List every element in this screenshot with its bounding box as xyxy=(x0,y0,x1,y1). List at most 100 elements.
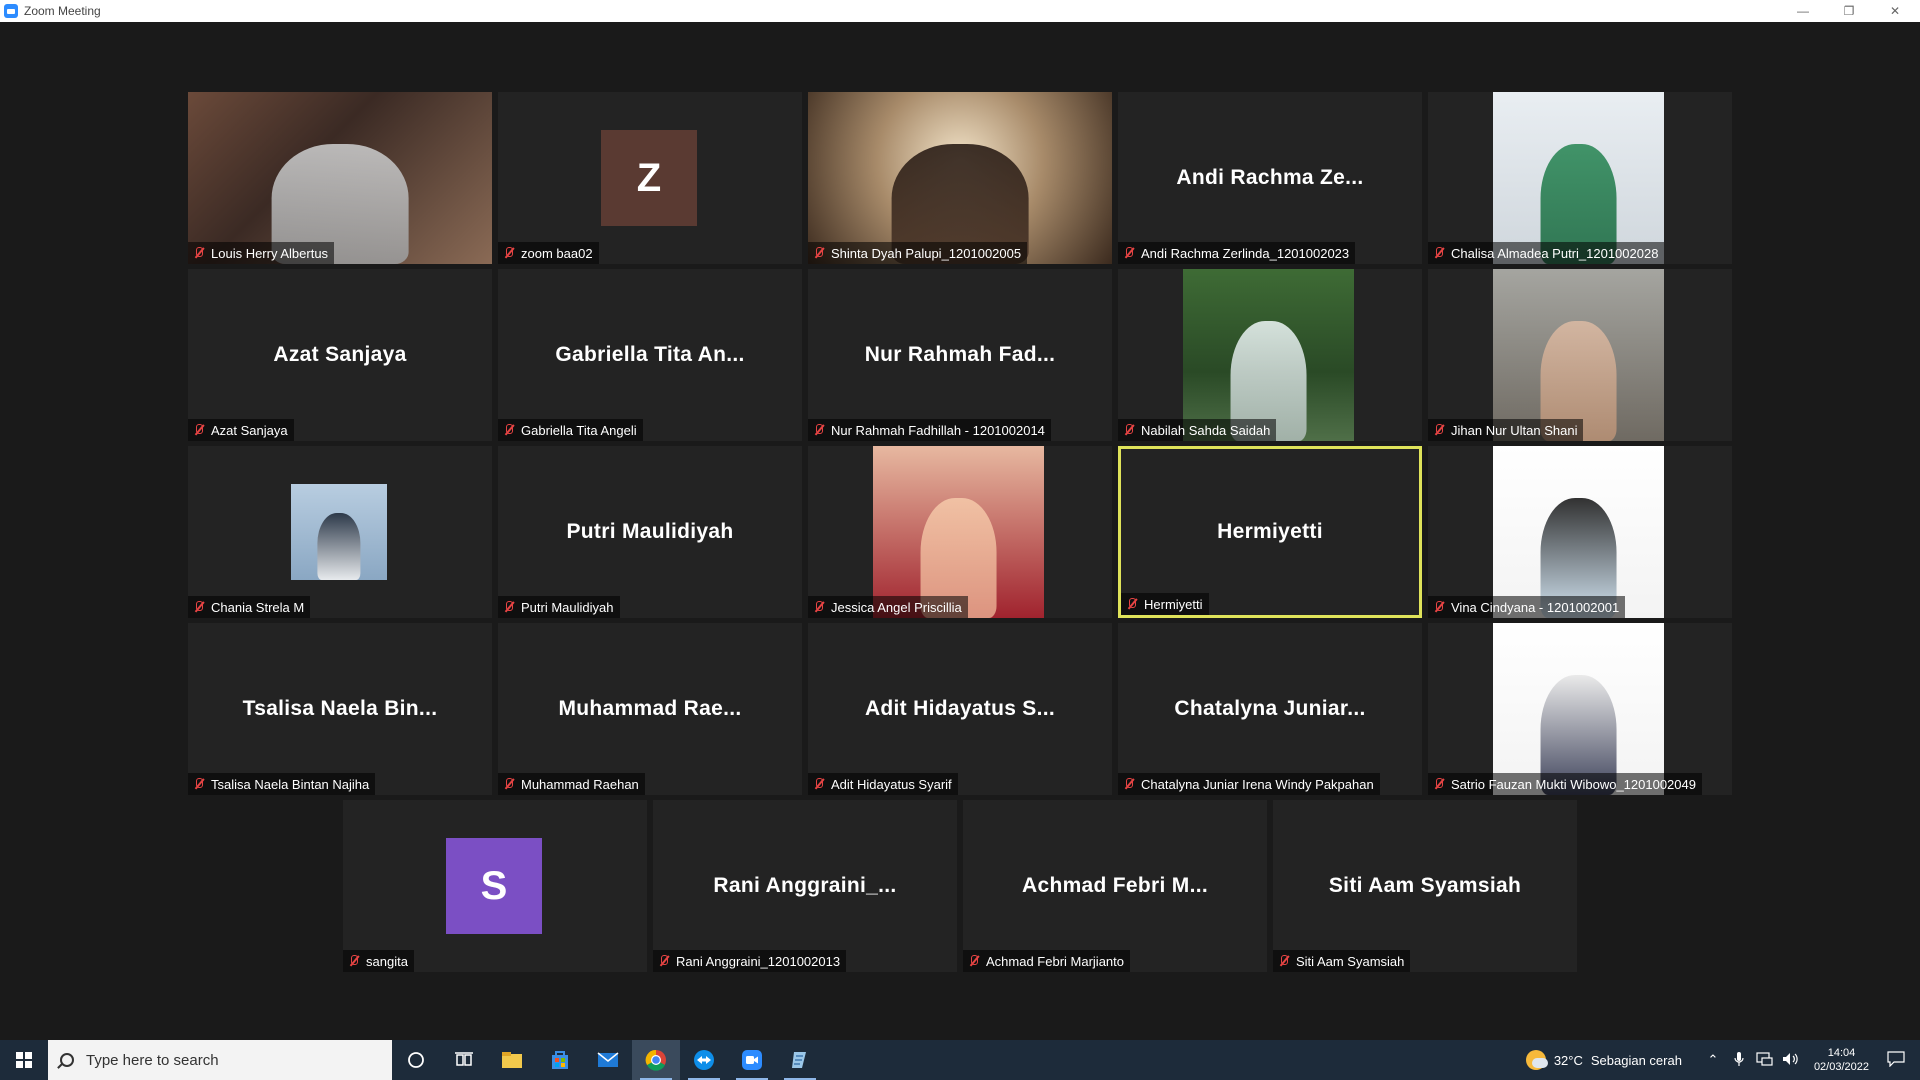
participant-name-label: Chalisa Almadea Putri_1201002028 xyxy=(1428,242,1665,264)
system-tray: 32°C Sebagian cerah ⌃ 14:04 02/03/2022 xyxy=(1525,1040,1920,1080)
participant-tile[interactable]: Chatalyna Juniar... Chatalyna Juniar Iren… xyxy=(1118,623,1422,795)
participant-display-name: Tsalisa Naela Bin... xyxy=(242,697,438,720)
participant-tile[interactable]: Shinta Dyah Palupi_1201002005 xyxy=(808,92,1112,264)
participant-name: Putri Maulidiyah xyxy=(521,599,614,615)
participant-tile[interactable]: Andi Rachma Ze... Andi Rachma Zerlinda_12… xyxy=(1118,92,1422,264)
participant-photo xyxy=(1493,446,1664,618)
participant-display-name: Gabriella Tita An... xyxy=(555,343,745,366)
clock[interactable]: 14:04 02/03/2022 xyxy=(1814,1046,1869,1074)
weather-widget[interactable]: 32°C Sebagian cerah xyxy=(1525,1050,1682,1070)
participant-name-label: Adit Hidayatus Syarif xyxy=(808,773,958,795)
gallery-view: Louis Herry Albertus Zzoom baa02 Shinta Dy… xyxy=(0,22,1920,1040)
participant-name: Hermiyetti xyxy=(1144,596,1203,612)
muted-mic-icon xyxy=(1122,777,1136,791)
participant-name: Gabriella Tita Angeli xyxy=(521,422,637,438)
task-view-icon[interactable] xyxy=(440,1040,488,1080)
participant-tile[interactable]: Tsalisa Naela Bin... Tsalisa Naela Bintan… xyxy=(188,623,492,795)
muted-mic-icon xyxy=(1432,600,1446,614)
volume-icon[interactable] xyxy=(1781,1052,1801,1069)
participant-name-label: Chania Strela M xyxy=(188,596,311,618)
participant-tile[interactable]: Muhammad Rae... Muhammad Raehan xyxy=(498,623,802,795)
chevron-up-icon[interactable]: ⌃ xyxy=(1703,1052,1723,1068)
participant-name-label: Muhammad Raehan xyxy=(498,773,645,795)
participant-name: Nabilah Sahda Saidah xyxy=(1141,422,1271,438)
taskbar-search[interactable] xyxy=(48,1040,392,1080)
participant-tile[interactable]: Chania Strela M xyxy=(188,446,492,618)
participant-tile[interactable]: Ssangita xyxy=(343,800,647,972)
participant-tile[interactable]: Putri Maulidiyah Putri Maulidiyah xyxy=(498,446,802,618)
store-icon[interactable] xyxy=(536,1040,584,1080)
participant-display-name: Rani Anggraini_... xyxy=(713,874,897,897)
muted-mic-icon xyxy=(1432,423,1446,437)
participant-tile[interactable]: Achmad Febri M... Achmad Febri Marjianto xyxy=(963,800,1267,972)
participant-display-name: Nur Rahmah Fad... xyxy=(864,343,1056,366)
participant-tile[interactable]: Jessica Angel Priscillia xyxy=(808,446,1112,618)
participant-tile[interactable]: Nur Rahmah Fad... Nur Rahmah Fadhillah - … xyxy=(808,269,1112,441)
participant-name-label: Satrio Fauzan Mukti Wibowo_1201002049 xyxy=(1428,773,1702,795)
participant-tile[interactable]: Vina Cindyana - 1201002001 xyxy=(1428,446,1732,618)
weather-temp: 32°C xyxy=(1553,1052,1583,1068)
partly-sunny-icon xyxy=(1525,1050,1548,1070)
mail-icon[interactable] xyxy=(584,1040,632,1080)
muted-mic-icon xyxy=(812,600,826,614)
microphone-icon[interactable] xyxy=(1729,1051,1749,1070)
file-explorer-icon[interactable] xyxy=(488,1040,536,1080)
participant-name: Jihan Nur Ultan Shani xyxy=(1451,422,1578,438)
participant-display-name: Putri Maulidiyah xyxy=(566,520,734,543)
muted-mic-icon xyxy=(812,246,826,260)
participant-name: Andi Rachma Zerlinda_1201002023 xyxy=(1141,245,1350,261)
muted-mic-icon xyxy=(1277,954,1291,968)
clock-date: 02/03/2022 xyxy=(1813,1061,1869,1073)
person-silhouette xyxy=(317,512,361,580)
notepad-icon[interactable] xyxy=(776,1040,824,1080)
cortana-icon[interactable] xyxy=(392,1040,440,1080)
participant-name-label: Siti Aam Syamsiah xyxy=(1273,950,1411,972)
zoom-icon[interactable] xyxy=(728,1040,776,1080)
participant-tile[interactable]: Adit Hidayatus S... Adit Hidayatus Syarif xyxy=(808,623,1112,795)
restore-button[interactable]: ❐ xyxy=(1826,0,1872,22)
participant-tile[interactable]: Azat Sanjaya Azat Sanjaya xyxy=(188,269,492,441)
start-button[interactable] xyxy=(0,1040,48,1080)
participant-tile[interactable]: Siti Aam Syamsiah Siti Aam Syamsiah xyxy=(1273,800,1577,972)
participant-display-name: Adit Hidayatus S... xyxy=(864,697,1056,720)
window-title: Zoom Meeting xyxy=(24,4,101,18)
muted-mic-icon xyxy=(657,954,671,968)
participant-name-label: Nabilah Sahda Saidah xyxy=(1118,419,1277,441)
participant-name-label: Shinta Dyah Palupi_1201002005 xyxy=(808,242,1028,264)
participant-tile[interactable]: Rani Anggraini_... Rani Anggraini_1201002… xyxy=(653,800,957,972)
participant-photo xyxy=(1493,623,1664,795)
participant-name-label: Putri Maulidiyah xyxy=(498,596,620,618)
participant-tile[interactable]: Gabriella Tita An... Gabriella Tita Angel… xyxy=(498,269,802,441)
participant-name-label: zoom baa02 xyxy=(498,242,599,264)
participant-tile[interactable]: Satrio Fauzan Mukti Wibowo_1201002049 xyxy=(1428,623,1732,795)
participant-name: Jessica Angel Priscillia xyxy=(831,599,962,615)
participant-name-label: Andi Rachma Zerlinda_1201002023 xyxy=(1118,242,1356,264)
search-input[interactable] xyxy=(86,1051,366,1069)
notifications-icon[interactable] xyxy=(1886,1050,1906,1070)
title-bar: Zoom Meeting — ❐ ✕ xyxy=(0,0,1920,22)
participant-tile[interactable]: Zzoom baa02 xyxy=(498,92,802,264)
participant-tile[interactable]: Hermiyetti Hermiyetti xyxy=(1118,446,1422,618)
participant-display-name: Azat Sanjaya xyxy=(273,343,407,366)
close-button[interactable]: ✕ xyxy=(1872,0,1918,22)
participant-name: Achmad Febri Marjianto xyxy=(986,953,1124,969)
participant-name: Louis Herry Albertus xyxy=(211,245,329,261)
participant-display-name: Chatalyna Juniar... xyxy=(1174,697,1366,720)
taskbar: 32°C Sebagian cerah ⌃ 14:04 02/03/2022 xyxy=(0,1040,1920,1080)
participant-photo xyxy=(1493,269,1664,441)
participant-tile[interactable]: Chalisa Almadea Putri_1201002028 xyxy=(1428,92,1732,264)
participant-name: Siti Aam Syamsiah xyxy=(1296,953,1405,969)
participant-name-label: Rani Anggraini_1201002013 xyxy=(653,950,847,972)
participant-name: Chania Strela M xyxy=(211,599,305,615)
participant-tile[interactable]: Jihan Nur Ultan Shani xyxy=(1428,269,1732,441)
network-icon[interactable] xyxy=(1755,1051,1775,1069)
teamviewer-icon[interactable] xyxy=(680,1040,728,1080)
minimize-button[interactable]: — xyxy=(1780,0,1826,22)
participant-name-label: Hermiyetti xyxy=(1121,593,1209,615)
muted-mic-icon xyxy=(967,954,981,968)
participant-tile[interactable]: Nabilah Sahda Saidah xyxy=(1118,269,1422,441)
chrome-icon[interactable] xyxy=(632,1040,680,1080)
muted-mic-icon xyxy=(502,423,516,437)
windows-logo-icon xyxy=(16,1052,32,1068)
participant-tile[interactable]: Louis Herry Albertus xyxy=(188,92,492,264)
